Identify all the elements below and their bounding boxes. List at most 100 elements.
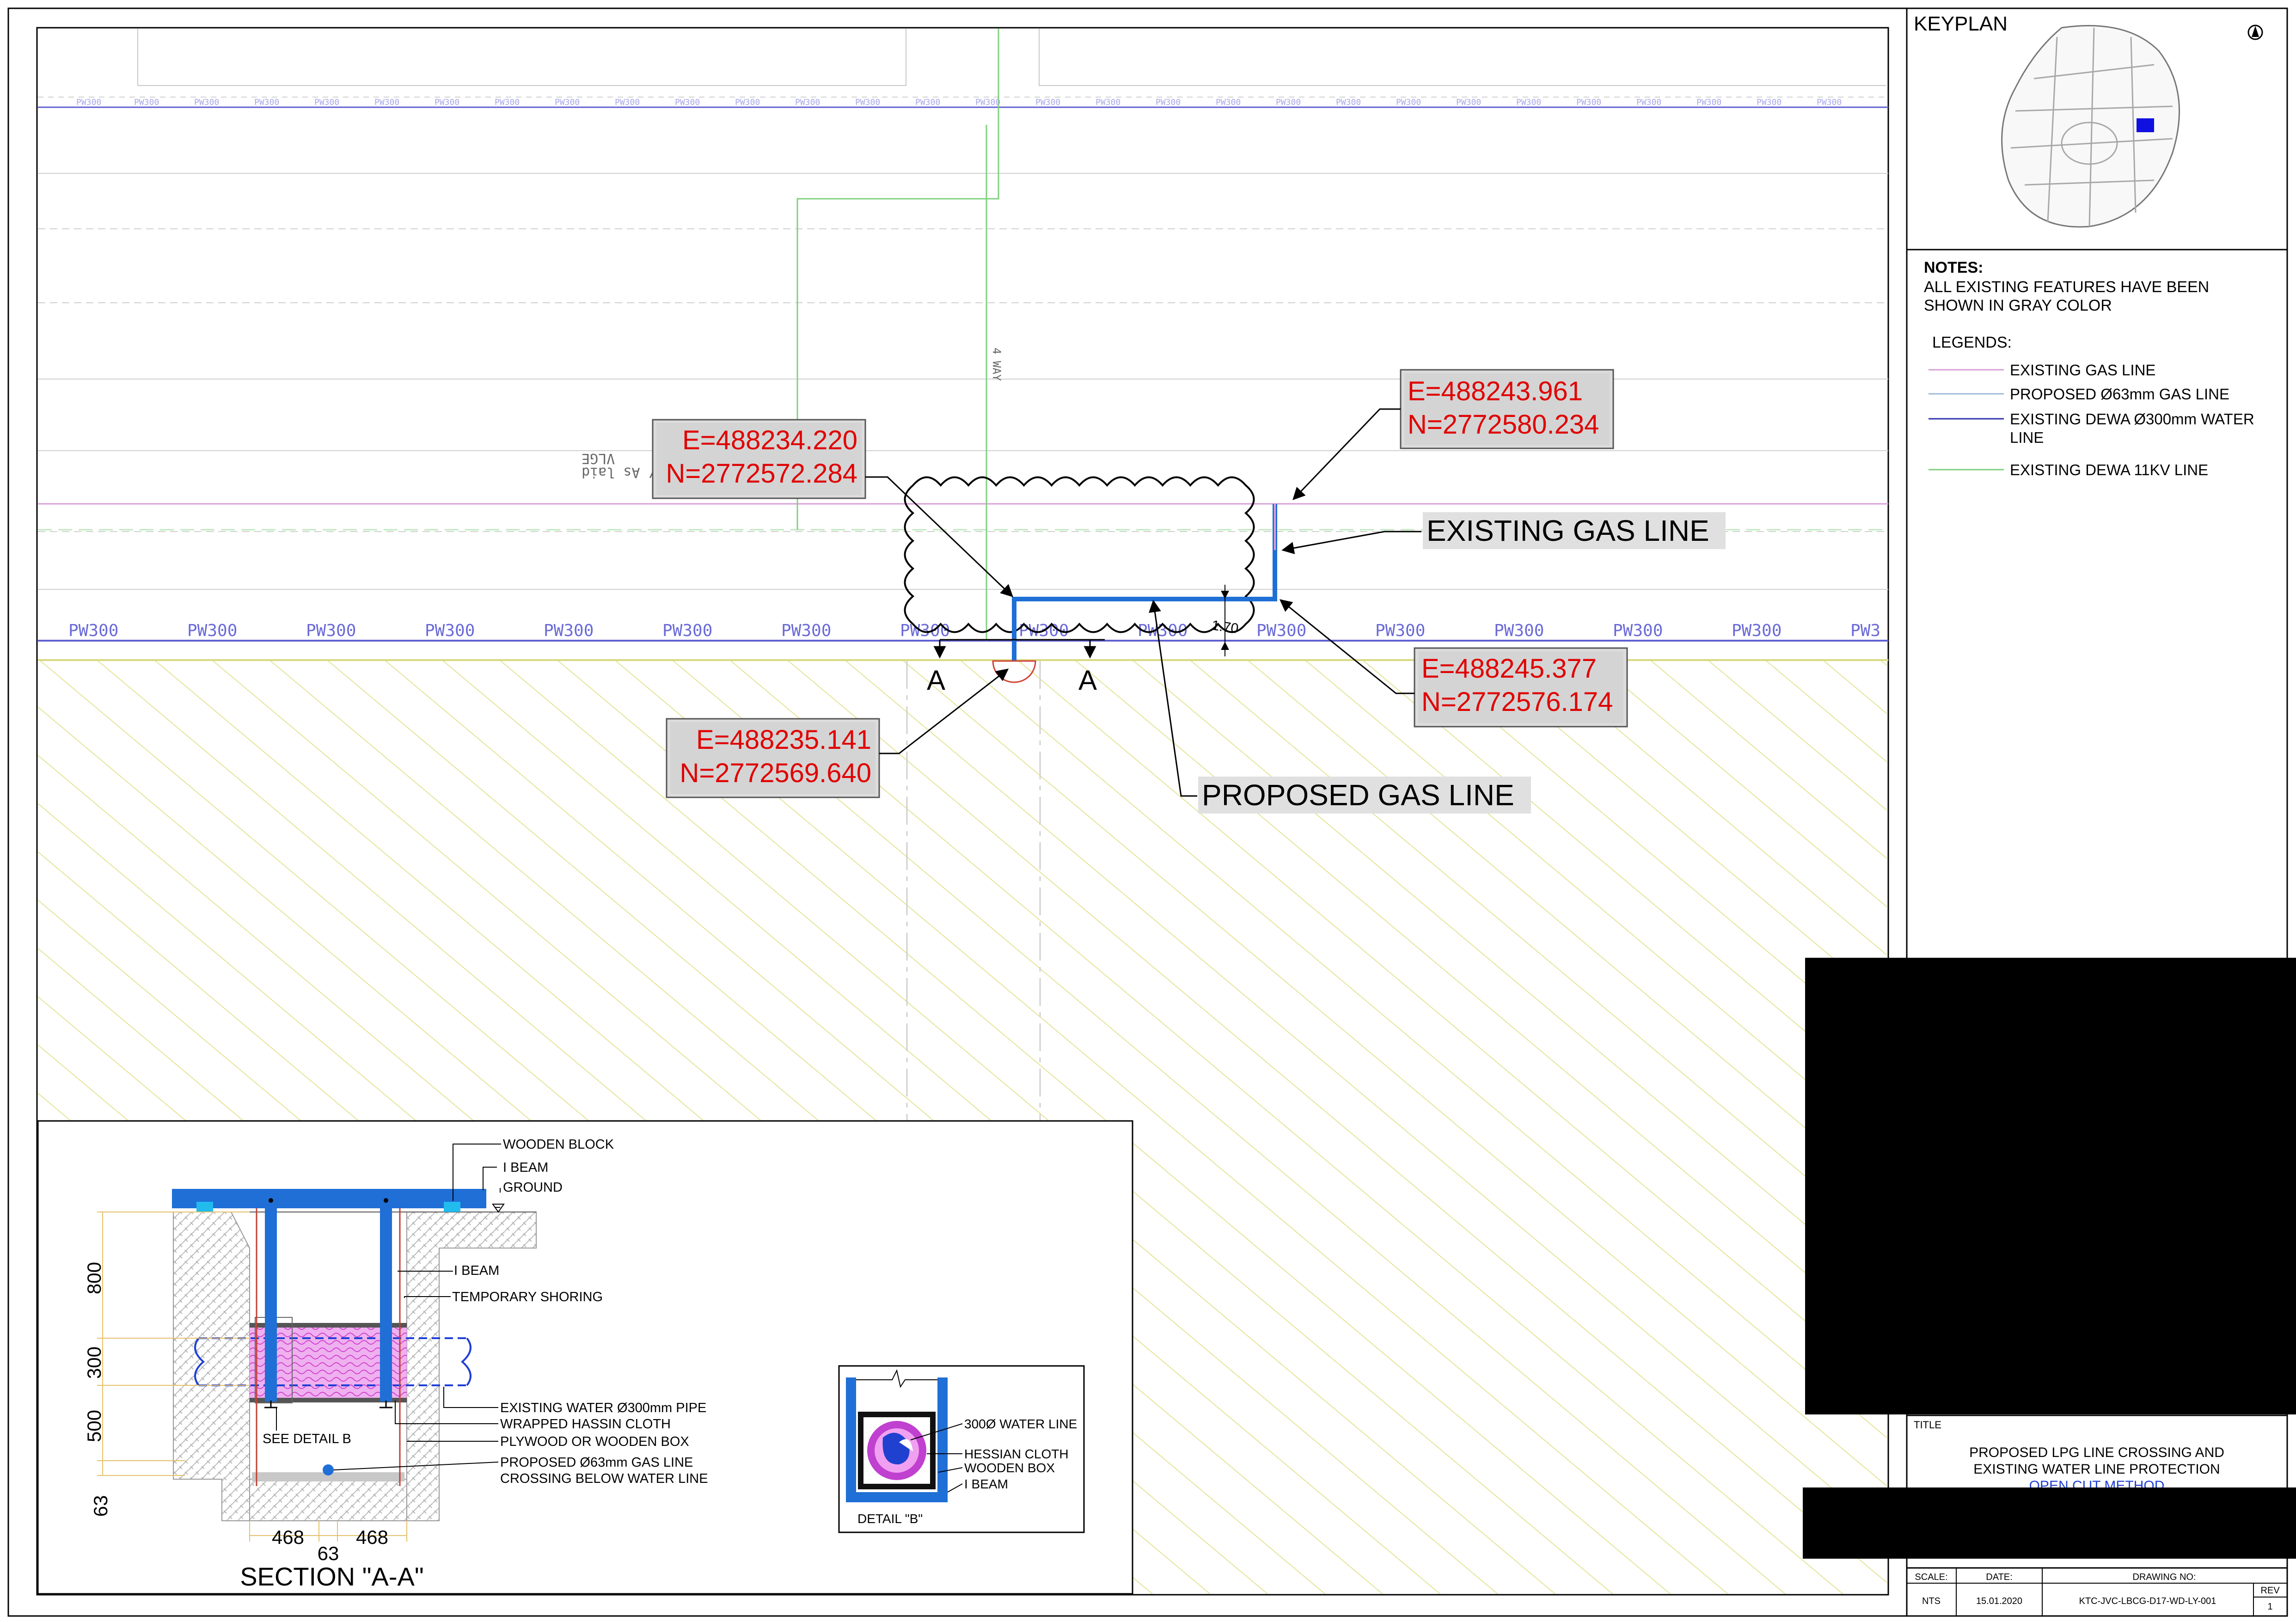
svg-text:PW300: PW300 <box>615 98 640 107</box>
svg-text:PW300: PW300 <box>134 98 159 107</box>
proposed-gas-pipe <box>323 1464 334 1475</box>
scale-label: SCALE: <box>1915 1572 1947 1582</box>
dim-300: 300 <box>83 1347 105 1379</box>
section-marker-right: A <box>1078 665 1097 696</box>
dim-500: 500 <box>83 1410 105 1442</box>
svg-text:PW300: PW300 <box>662 621 712 640</box>
section-marker-left: A <box>927 665 945 696</box>
label-plywood-box: PLYWOOD OR WOODEN BOX <box>500 1434 689 1449</box>
date-label: DATE: <box>1986 1572 2012 1582</box>
coord-callout-2: E=488243.961 N=2772580.234 <box>1292 369 1614 500</box>
svg-text:PW300: PW300 <box>975 98 1000 107</box>
svg-text:PW300: PW300 <box>1636 98 1661 107</box>
cad-drawing-sheet: PW300 PW300 PW300 PW300 PW300 PW300 PW30… <box>7 7 2296 1617</box>
dim-800: 800 <box>83 1262 105 1294</box>
svg-text:PW300: PW300 <box>495 98 520 107</box>
label-see-detail-b: SEE DETAIL B <box>263 1432 351 1446</box>
svg-text:PW300: PW300 <box>194 98 219 107</box>
road-label: 4 WAY <box>990 348 1003 381</box>
svg-text:EXISTING GAS LINE: EXISTING GAS LINE <box>1427 514 1709 547</box>
svg-text:PW300: PW300 <box>1757 98 1782 107</box>
svg-text:E=488245.377: E=488245.377 <box>1421 654 1597 684</box>
coord-callout-1: E=488234.220 N=2772572.284 <box>652 419 1013 597</box>
svg-text:PW300: PW300 <box>1494 621 1544 640</box>
title-line-2: EXISTING WATER LINE PROTECTION <box>1973 1462 2220 1477</box>
svg-text:PW300: PW300 <box>425 621 475 640</box>
detail-water-line: 300Ø WATER LINE <box>964 1417 1077 1431</box>
svg-text:PW300: PW300 <box>1696 98 1721 107</box>
svg-text:PW300: PW300 <box>1216 98 1241 107</box>
label-i-beam: I BEAM <box>454 1263 499 1278</box>
svg-text:PW300: PW300 <box>735 98 760 107</box>
drawing-no-label: DRAWING NO: <box>2132 1572 2196 1582</box>
svg-text:PW300: PW300 <box>1456 98 1481 107</box>
svg-text:PW300: PW300 <box>1516 98 1541 107</box>
svg-text:PW300: PW300 <box>1732 621 1782 640</box>
svg-text:PW300: PW300 <box>435 98 459 107</box>
redaction-block-bottom <box>1803 1487 2296 1559</box>
title-label: TITLE <box>1914 1419 1941 1431</box>
keyplan-location-marker <box>2137 118 2154 132</box>
title-line-1: PROPOSED LPG LINE CROSSING AND <box>1969 1445 2224 1460</box>
svg-text:PW3: PW3 <box>1850 621 1880 640</box>
label-i-beam-top: I BEAM <box>503 1160 548 1175</box>
svg-text:N=2772580.234: N=2772580.234 <box>1408 410 1599 440</box>
detail-b: 300Ø WATER LINE HESSIAN CLOTH WOODEN BOX… <box>838 1365 1085 1533</box>
scale-value: NTS <box>1922 1596 1941 1606</box>
i-beam-right <box>380 1207 392 1402</box>
svg-text:PW300: PW300 <box>1256 621 1306 640</box>
svg-text:PW300: PW300 <box>915 98 940 107</box>
dim-63w: 63 <box>318 1542 339 1564</box>
svg-text:PW300: PW300 <box>1156 98 1181 107</box>
svg-text:PW300: PW300 <box>900 621 950 640</box>
svg-text:PW300: PW300 <box>1035 98 1060 107</box>
legend-proposed-gas: PROPOSED Ø63mm GAS LINE <box>2010 386 2229 403</box>
legend-water-line: EXISTING DEWA Ø300mm WATER <box>2010 410 2254 428</box>
svg-text:E=488235.141: E=488235.141 <box>696 725 871 755</box>
svg-text:N=2772569.640: N=2772569.640 <box>680 758 871 788</box>
legend-existing-gas: EXISTING GAS LINE <box>2010 361 2155 379</box>
dim-468b: 468 <box>356 1526 388 1548</box>
svg-text:PW300: PW300 <box>1096 98 1120 107</box>
svg-text:PW300: PW300 <box>855 98 880 107</box>
notes-heading: NOTES: <box>1924 259 1983 276</box>
detail-wooden-box: WOODEN BOX <box>964 1461 1055 1475</box>
svg-text:N=2772576.174: N=2772576.174 <box>1421 687 1613 717</box>
svg-text:PW300: PW300 <box>68 621 118 640</box>
svg-text:PW300: PW300 <box>254 98 279 107</box>
label-wrapped-cloth: WRAPPED HASSIN CLOTH <box>500 1417 671 1432</box>
svg-text:PW300: PW300 <box>675 98 700 107</box>
keyplan-title: KEYPLAN <box>1914 12 2008 35</box>
svg-text:PW300: PW300 <box>544 621 594 640</box>
legend-11kv-line: EXISTING DEWA 11KV LINE <box>2010 461 2208 478</box>
label-ground: GROUND <box>503 1180 563 1195</box>
svg-text:PW300: PW300 <box>1336 98 1361 107</box>
detail-i-beam: I BEAM <box>964 1477 1008 1491</box>
dim-63: 63 <box>90 1495 111 1517</box>
rev-value: 1 <box>2267 1602 2272 1612</box>
label-existing-water-pipe: EXISTING WATER Ø300mm PIPE <box>500 1401 706 1415</box>
notes-line-1: ALL EXISTING FEATURES HAVE BEEN <box>1924 278 2209 296</box>
svg-text:PW300: PW300 <box>781 621 831 640</box>
label-temporary-shoring: TEMPORARY SHORING <box>452 1290 603 1304</box>
svg-text:PW300: PW300 <box>1276 98 1301 107</box>
drawing-no-value: KTC-JVC-LBCG-D17-WD-LY-001 <box>2079 1596 2216 1606</box>
north-arrow-icon <box>2247 24 2263 40</box>
svg-text:PW300: PW300 <box>795 98 820 107</box>
section-title: SECTION "A-A" <box>240 1562 424 1591</box>
dimension-label: 1.70 <box>1211 618 1239 637</box>
notes-line-2: SHOWN IN GRAY COLOR <box>1924 297 2112 314</box>
redaction-block-top <box>1805 958 2296 1414</box>
i-beam-left <box>265 1207 277 1402</box>
dim-468a: 468 <box>272 1526 304 1548</box>
legend-water-line-2: LINE <box>2010 429 2044 446</box>
svg-text:N=2772572.284: N=2772572.284 <box>666 459 857 489</box>
svg-text:PW300: PW300 <box>1576 98 1601 107</box>
label-proposed-gas-2: CROSSING BELOW WATER LINE <box>500 1471 708 1486</box>
keyplan-map <box>2001 25 2180 228</box>
svg-text:PW300: PW300 <box>76 98 101 107</box>
svg-text:PROPOSED GAS LINE: PROPOSED GAS LINE <box>1202 778 1514 812</box>
svg-text:PW300: PW300 <box>374 98 399 107</box>
legends-heading: LEGENDS: <box>1932 334 2012 351</box>
svg-text:PW300: PW300 <box>187 621 237 640</box>
